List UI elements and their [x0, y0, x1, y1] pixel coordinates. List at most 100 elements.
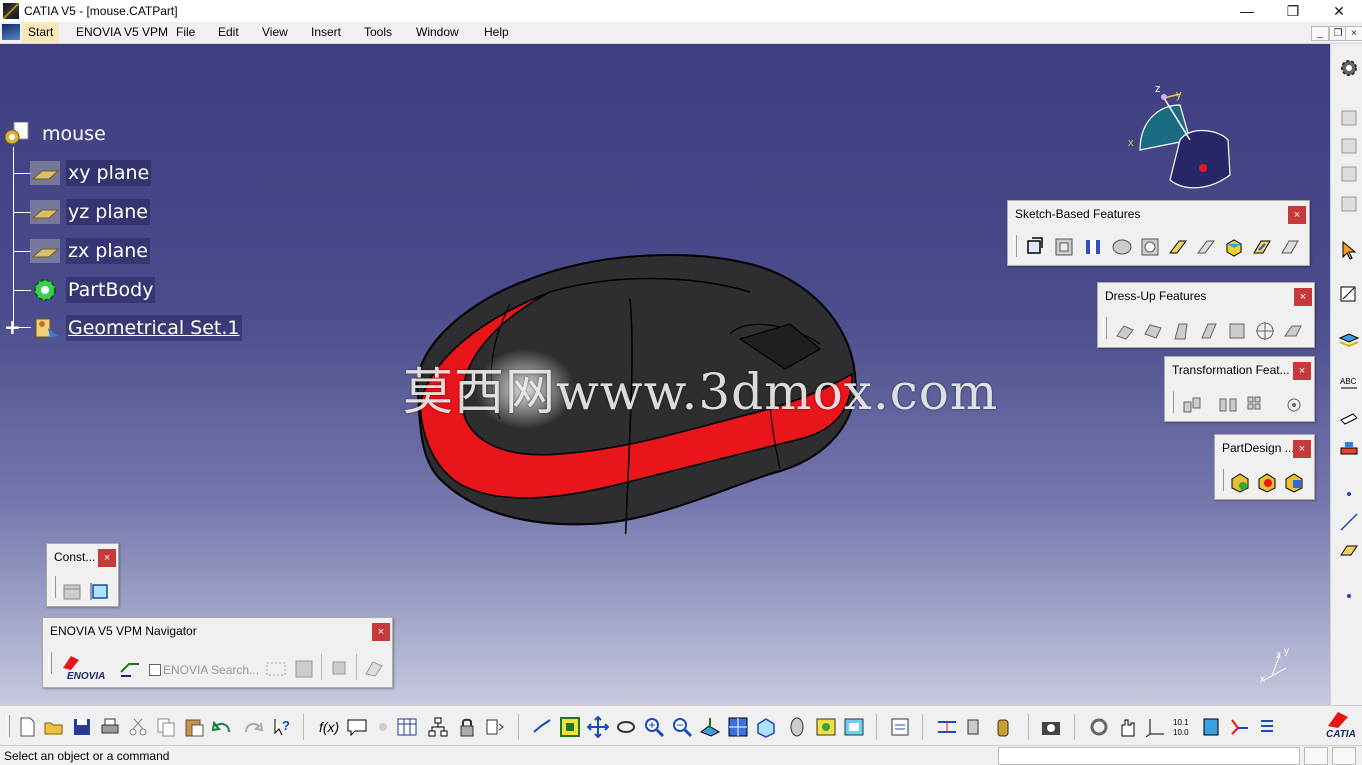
new-document-icon[interactable] — [16, 716, 38, 738]
camera-icon[interactable] — [1040, 716, 1062, 738]
measure-icon[interactable] — [1339, 438, 1359, 458]
axis-system-icon[interactable] — [1144, 716, 1166, 738]
zoom-in-icon[interactable] — [643, 716, 665, 738]
open-folder-icon[interactable] — [43, 716, 65, 738]
transformation-features-toolbar[interactable]: Transformation Feat... × — [1164, 356, 1315, 422]
tree-node-label[interactable]: xy plane — [66, 160, 152, 186]
body-icon[interactable] — [1339, 108, 1359, 128]
mirror-icon[interactable] — [1217, 394, 1239, 416]
menu-view[interactable]: View — [262, 25, 288, 39]
menu-window[interactable]: Window — [416, 25, 459, 39]
menu-edit[interactable]: Edit — [218, 25, 239, 39]
dress-up-features-toolbar[interactable]: Dress-Up Features × — [1097, 282, 1315, 348]
update-body-icon[interactable] — [1229, 471, 1251, 493]
tree-node-label[interactable]: zx plane — [66, 238, 150, 264]
panel-close-button[interactable]: × — [1294, 288, 1312, 306]
tree-node-label[interactable]: Geometrical Set.1 — [66, 315, 242, 341]
panel-close-button[interactable]: × — [1288, 206, 1306, 224]
constraint-icon[interactable] — [89, 580, 111, 602]
chamfer-icon[interactable] — [1142, 320, 1164, 342]
pocket-icon[interactable] — [1053, 236, 1075, 258]
remove-face-icon[interactable] — [1282, 320, 1304, 342]
menu-enovia[interactable]: ENOVIA V5 VPM — [76, 25, 168, 39]
constraints-toolbar[interactable]: Const... × — [46, 543, 119, 607]
update-icon[interactable] — [484, 716, 506, 738]
panel-close-button[interactable]: × — [372, 623, 390, 641]
measure-between-icon[interactable] — [936, 716, 958, 738]
whats-this-help-icon[interactable]: ? — [271, 716, 293, 738]
gear-icon[interactable] — [1339, 58, 1359, 78]
scaling-icon[interactable] — [1283, 394, 1305, 416]
comment-icon[interactable] — [346, 716, 368, 738]
layers-icon[interactable] — [1339, 330, 1359, 350]
shading-icon[interactable] — [786, 716, 808, 738]
close-window-button[interactable]: ✕ — [1316, 0, 1362, 22]
menu-tools[interactable]: Tools — [364, 25, 392, 39]
redo-icon[interactable] — [242, 716, 264, 738]
constraint-toggle-icon[interactable] — [1228, 716, 1250, 738]
knowledge-icon[interactable] — [372, 716, 394, 738]
rib-icon[interactable] — [1167, 236, 1189, 258]
shaft-icon[interactable] — [1082, 236, 1104, 258]
sketcher-icon[interactable] — [1339, 284, 1359, 304]
cut-icon[interactable] — [127, 716, 149, 738]
grid-values-icon[interactable]: 10.110.0 — [1172, 716, 1194, 738]
thickness-icon[interactable] — [1226, 320, 1248, 342]
expand-plus-icon[interactable]: + — [4, 314, 21, 340]
partdesign-toolbar[interactable]: PartDesign ... × — [1214, 434, 1315, 500]
plane-icon[interactable] — [1339, 540, 1359, 560]
multi-view-icon[interactable] — [727, 716, 749, 738]
tree-node-label[interactable]: PartBody — [66, 277, 156, 303]
sketch-based-features-toolbar[interactable]: Sketch-Based Features × — [1007, 200, 1310, 266]
hand-icon[interactable] — [1116, 716, 1138, 738]
print-icon[interactable] — [99, 716, 121, 738]
select-arrow-icon[interactable] — [1339, 240, 1359, 260]
save-icon[interactable] — [71, 716, 93, 738]
panel-close-button[interactable]: × — [98, 549, 116, 567]
minimize-button[interactable]: — — [1224, 0, 1270, 22]
pad-icon[interactable] — [1024, 236, 1046, 258]
edge-fillet-icon[interactable] — [1114, 320, 1136, 342]
shell-icon[interactable] — [1198, 320, 1220, 342]
enovia-sync-icon[interactable] — [363, 658, 385, 680]
stiffener-icon[interactable] — [1223, 236, 1245, 258]
groove-icon[interactable] — [1111, 236, 1133, 258]
draft-icon[interactable] — [1170, 320, 1192, 342]
insert-body-icon[interactable] — [1283, 471, 1305, 493]
status-button-2[interactable] — [1332, 747, 1356, 765]
catalog-icon[interactable] — [889, 716, 911, 738]
point-icon-2[interactable] — [1339, 586, 1359, 606]
hide-show-icon[interactable] — [815, 716, 837, 738]
enovia-connect-icon[interactable] — [119, 658, 141, 680]
table-icon[interactable] — [396, 716, 418, 738]
arrow-icon[interactable] — [1339, 406, 1359, 426]
enovia-logo-button[interactable]: ENOVIA — [57, 654, 111, 684]
menu-start[interactable]: Start — [22, 22, 60, 43]
fly-mode-icon[interactable] — [531, 716, 553, 738]
body-icon-4[interactable] — [1339, 194, 1359, 214]
body-icon-3[interactable] — [1339, 164, 1359, 184]
assemble-body-icon[interactable] — [1256, 471, 1278, 493]
fit-all-icon[interactable] — [559, 716, 581, 738]
annotation-icon[interactable]: ABC — [1339, 374, 1359, 394]
command-input[interactable] — [998, 747, 1300, 765]
menu-insert[interactable]: Insert — [311, 25, 341, 39]
3d-viewport[interactable]: mouse xy plane yz plane zx plane PartBod… — [0, 44, 1330, 705]
restore-button[interactable]: ❐ — [1270, 0, 1316, 22]
tree-node-label[interactable]: yz plane — [66, 199, 150, 225]
swap-visible-space-icon[interactable] — [843, 716, 865, 738]
rectangular-pattern-icon[interactable] — [1245, 394, 1267, 416]
pan-icon[interactable] — [587, 716, 609, 738]
copy-icon[interactable] — [155, 716, 177, 738]
hole-icon[interactable] — [1139, 236, 1161, 258]
enovia-navigator-toolbar[interactable]: ENOVIA V5 VPM Navigator × ENOVIA ENOVIA … — [42, 617, 393, 688]
constraint-dialog-icon[interactable] — [61, 580, 83, 602]
tree-hierarchy-icon[interactable] — [427, 716, 449, 738]
iso-view-icon[interactable] — [755, 716, 777, 738]
body-icon-2[interactable] — [1339, 136, 1359, 156]
paste-icon[interactable] — [183, 716, 205, 738]
enovia-refresh-icon[interactable] — [329, 658, 351, 680]
doc-close-button[interactable]: × — [1345, 26, 1362, 41]
menu-help[interactable]: Help — [484, 25, 509, 39]
doc-minimize-button[interactable]: _ — [1311, 26, 1329, 41]
